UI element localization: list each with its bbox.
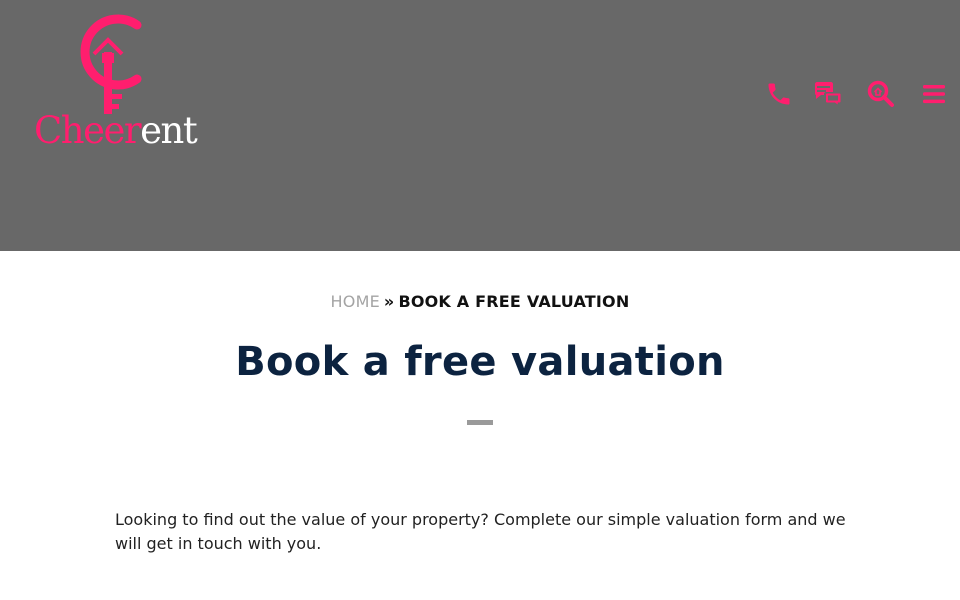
page-title: Book a free valuation [235,339,725,385]
site-header: Cheerent [0,0,960,251]
phone-icon[interactable] [763,78,795,110]
logo-text-cheer: Cheer [34,109,142,152]
logo-text-ent: ent [140,109,198,152]
search-icon[interactable] [865,78,897,110]
breadcrumb-home-link[interactable]: HOME [331,292,380,311]
breadcrumb-current: BOOK A FREE VALUATION [398,292,630,311]
title-divider [467,420,493,425]
breadcrumb: HOME» BOOK A FREE VALUATION [0,292,960,311]
breadcrumb-separator: » [383,292,395,311]
menu-icon[interactable] [918,78,950,110]
intro-paragraph: Looking to find out the value of your pr… [115,510,846,553]
chat-icon[interactable] [812,78,844,110]
logo-wordmark: Cheerent [34,109,198,152]
